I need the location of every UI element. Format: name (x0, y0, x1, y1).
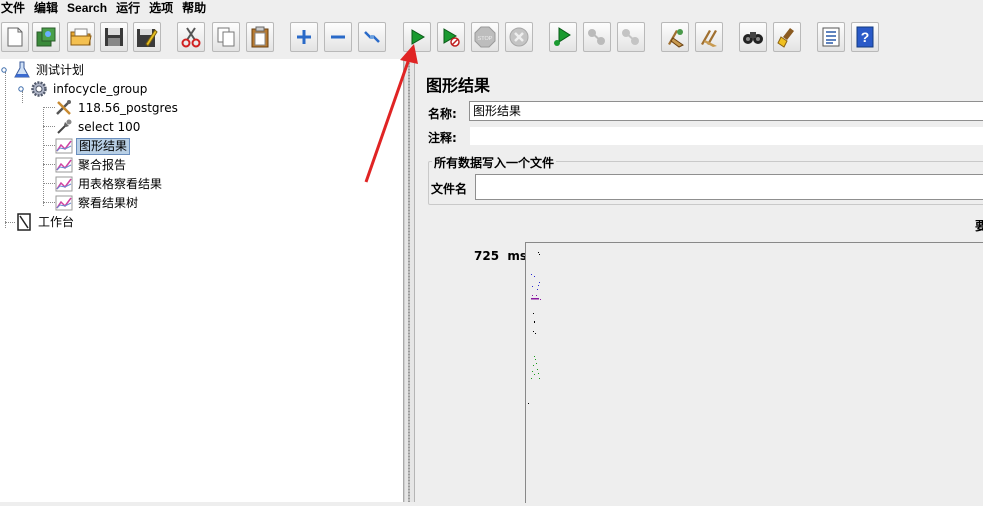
menu-help[interactable]: 帮助 (179, 0, 212, 16)
svg-text:?: ? (861, 29, 870, 45)
write-file-group-title: 所有数据写入一个文件 (432, 154, 557, 171)
graph-results-panel: 图形结果 名称: 图形结果 注释: 所有数据写入一个文件 文件名 要 725 m… (414, 59, 983, 503)
graph-dots (528, 252, 541, 404)
tree-label-item: 118.56_postgres (78, 100, 178, 115)
clear-icon[interactable] (661, 22, 689, 52)
chart-icon (55, 194, 73, 212)
tree-label-thread-group: infocycle_group (53, 81, 148, 96)
menu-search[interactable]: Search (64, 0, 113, 16)
menu-file[interactable]: 文件 (0, 0, 31, 16)
templates-icon[interactable] (32, 22, 60, 52)
panel-title: 图形结果 (426, 76, 491, 95)
gear-icon (30, 80, 48, 98)
tree-node-table-results[interactable]: 用表格察看结果 (55, 175, 164, 193)
stop-label: STOP (478, 36, 493, 42)
flask-icon (13, 61, 31, 79)
cut-icon[interactable] (177, 22, 205, 52)
open-icon[interactable] (67, 22, 95, 52)
menu-bar: 文件 编辑 Search 运行 选项 帮助 (0, 0, 983, 16)
workbench-icon (15, 213, 33, 231)
function-helper-icon[interactable] (817, 22, 845, 52)
tree-label-item: select 100 (78, 119, 141, 134)
tree-node-test-plan[interactable]: 测试计划 (0, 61, 86, 79)
tree-label-workbench: 工作台 (38, 214, 75, 229)
tree-label-item: 图形结果 (76, 137, 131, 155)
expand-icon[interactable] (290, 22, 318, 52)
graph-plot-area (525, 242, 983, 503)
graph-y-max-label: 725 ms (474, 249, 528, 263)
tree-node-workbench[interactable]: 工作台 (15, 213, 76, 231)
name-field[interactable]: 图形结果 (469, 101, 983, 121)
tree-node-results-tree[interactable]: 察看结果树 (55, 194, 140, 212)
menu-run[interactable]: 运行 (113, 0, 146, 16)
wrench-icon (55, 99, 73, 117)
pipette-icon (55, 118, 73, 136)
remote-stop-icon[interactable] (583, 22, 611, 52)
remote-shutdown-icon[interactable] (617, 22, 645, 52)
search-icon[interactable] (739, 22, 767, 52)
filename-field[interactable] (475, 174, 983, 200)
menu-edit[interactable]: 编辑 (31, 0, 64, 16)
comment-label: 注释: (428, 131, 457, 145)
expand-toggle-icon[interactable] (17, 80, 27, 98)
shutdown-icon[interactable] (505, 22, 533, 52)
tree-node-aggregate-report[interactable]: 聚合报告 (55, 156, 128, 174)
tree-label-item: 察看结果树 (78, 195, 139, 210)
comment-field[interactable] (469, 126, 983, 146)
toolbar: STOP ? (0, 20, 983, 58)
chart-icon (55, 175, 73, 193)
tree-node-graph-results[interactable]: 图形结果 (55, 137, 131, 155)
new-icon[interactable] (1, 22, 29, 52)
reset-search-icon[interactable] (773, 22, 801, 52)
tree-label-test-plan: 测试计划 (36, 62, 85, 77)
name-label: 名称: (428, 107, 457, 121)
truncated-label: 要 (975, 219, 983, 233)
clear-all-icon[interactable] (695, 22, 723, 52)
save-as-icon[interactable] (133, 22, 161, 52)
tree-node-jdbc-config[interactable]: 118.56_postgres (55, 99, 180, 117)
help-icon[interactable]: ? (851, 22, 879, 52)
paste-icon[interactable] (246, 22, 274, 52)
stop-icon[interactable]: STOP (471, 22, 499, 52)
expand-toggle-icon[interactable] (0, 61, 10, 79)
test-plan-tree: 测试计划 infocycle_group 118.56_postgres sel… (0, 59, 404, 502)
annotation-arrow-icon (364, 44, 418, 183)
menu-options[interactable]: 选项 (146, 0, 179, 16)
tree-node-jdbc-sampler[interactable]: select 100 (55, 118, 142, 136)
copy-icon[interactable] (212, 22, 240, 52)
filename-label: 文件名 (431, 182, 468, 196)
chart-icon (55, 156, 73, 174)
chart-icon (55, 137, 73, 155)
collapse-icon[interactable] (324, 22, 352, 52)
tree-label-item: 聚合报告 (78, 157, 127, 172)
tree-node-thread-group[interactable]: infocycle_group (17, 80, 149, 98)
save-icon[interactable] (100, 22, 128, 52)
remote-start-icon[interactable] (549, 22, 577, 52)
start-no-timers-icon[interactable] (437, 22, 465, 52)
tree-label-item: 用表格察看结果 (78, 176, 163, 191)
